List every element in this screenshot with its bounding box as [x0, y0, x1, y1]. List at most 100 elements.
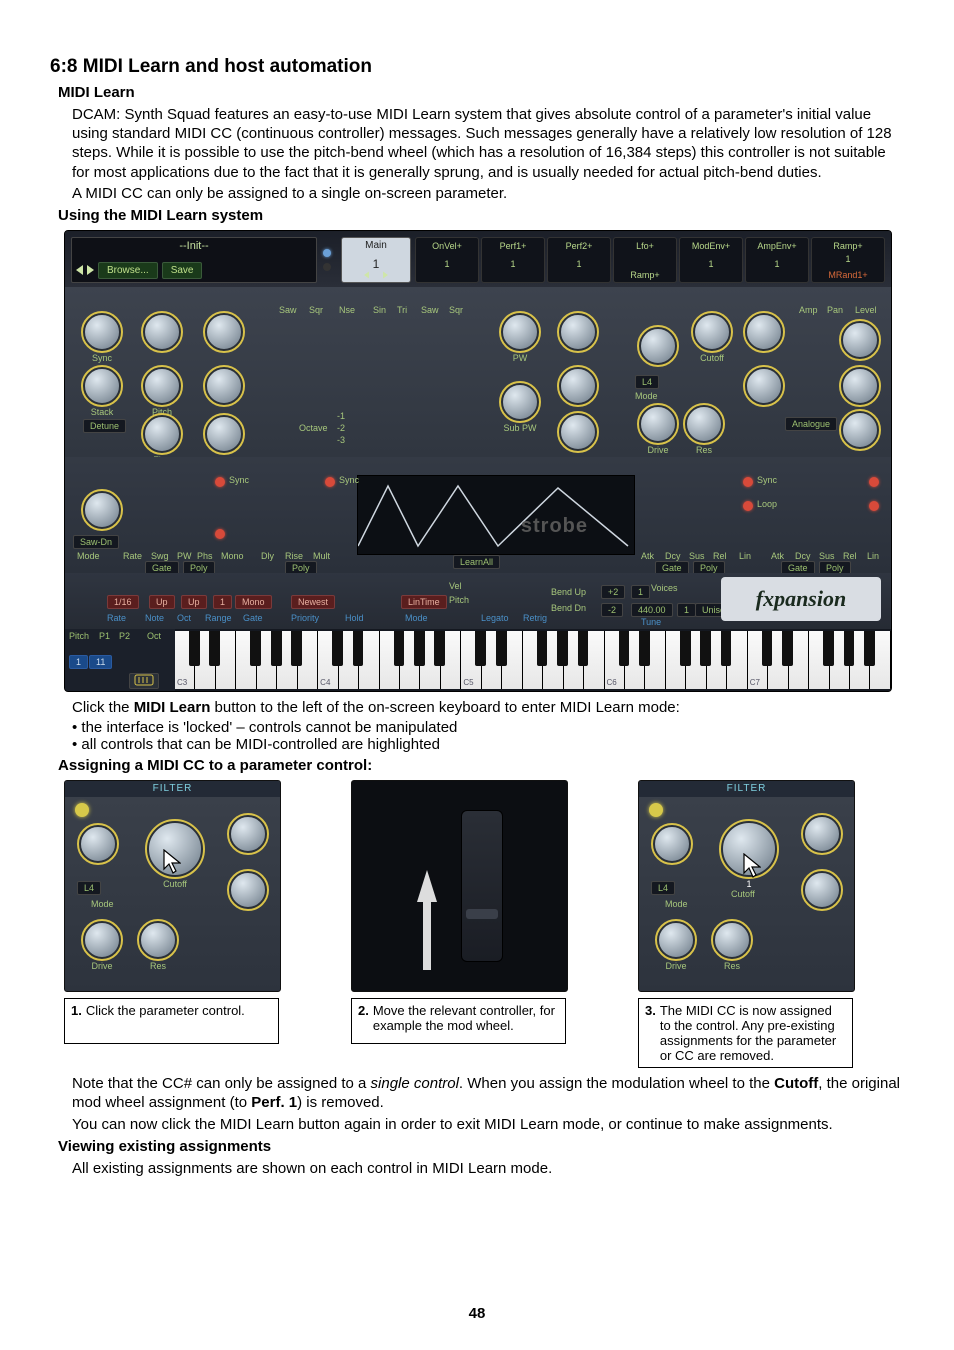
knob-amp3[interactable]: [841, 411, 879, 449]
caption-3: 3. The MIDI CC is now assigned to the co…: [638, 998, 853, 1068]
lfo-led2[interactable]: [215, 529, 225, 539]
knob-s3[interactable]: [653, 825, 691, 863]
keying-newest[interactable]: Newest: [291, 595, 335, 609]
knob-pw4[interactable]: [559, 413, 597, 451]
ampenv-loop[interactable]: [869, 501, 879, 511]
slot-modenv[interactable]: ModEnv+1: [679, 237, 743, 283]
knob-s1[interactable]: [79, 825, 117, 863]
slot-ampenv[interactable]: AmpEnv+1: [745, 237, 809, 283]
knob-osc4[interactable]: [205, 367, 243, 405]
preset-next-icon[interactable]: [87, 265, 94, 275]
power-led-icon[interactable]: [75, 803, 89, 817]
arp-up1[interactable]: Up: [149, 595, 175, 609]
knob-s1c[interactable]: [229, 871, 267, 909]
preset-box[interactable]: --Init-- Browse... Save: [71, 237, 317, 283]
knob-lfo[interactable]: [83, 491, 121, 529]
arp-one[interactable]: 1: [213, 595, 232, 609]
subheading-assigning: Assigning a MIDI CC to a parameter contr…: [58, 757, 904, 774]
midi-learn-button[interactable]: [129, 673, 159, 689]
subheading-viewing: Viewing existing assignments: [58, 1138, 904, 1155]
voices-1[interactable]: 1: [631, 585, 650, 599]
main-slot-val: 1: [342, 251, 410, 271]
slot-perf2[interactable]: Perf2+1: [547, 237, 611, 283]
save-button[interactable]: Save: [162, 262, 203, 279]
modenv-loop[interactable]: [743, 501, 753, 511]
knob-pw[interactable]: [501, 313, 539, 351]
benddn-val[interactable]: -2: [601, 603, 623, 617]
arp-116[interactable]: 1/16: [107, 595, 139, 609]
arp-up2[interactable]: Up: [181, 595, 207, 609]
knob-amp2[interactable]: [841, 367, 879, 405]
mod-wheel[interactable]: [461, 810, 503, 962]
slot-ramp-voice[interactable]: Ramp+1MRand1+: [811, 237, 885, 283]
learnall-button[interactable]: LearnAll: [453, 555, 500, 569]
knob-subpw[interactable]: [501, 383, 539, 421]
knob-fil2[interactable]: [745, 313, 783, 351]
osc-area: Sync Stack Detune Pitch Fine Saw Sqr Nse…: [65, 287, 891, 457]
l4-s1[interactable]: L4: [77, 881, 101, 895]
analogue-toggle[interactable]: Analogue: [785, 417, 837, 431]
knob-res-s3[interactable]: [713, 921, 751, 959]
knob-res-s1[interactable]: [139, 921, 177, 959]
detune-label[interactable]: Detune: [83, 419, 126, 433]
filter-power-led[interactable]: [641, 309, 651, 319]
section-heading: 6:8 MIDI Learn and host automation: [50, 56, 904, 78]
browse-button[interactable]: Browse...: [98, 262, 158, 279]
lfo-sync-led[interactable]: [215, 477, 225, 487]
arp-mono[interactable]: Mono: [235, 595, 272, 609]
triptych: FILTER L4 Mode Cutoff Drive Res 1. Click…: [64, 780, 904, 1068]
knob-s3b[interactable]: [803, 815, 841, 853]
ampenv-sync[interactable]: [869, 477, 879, 487]
slot-lfo[interactable]: Lfo+Ramp+: [613, 237, 677, 283]
knob-s3c[interactable]: [803, 871, 841, 909]
pitch-val11[interactable]: 11: [89, 655, 112, 669]
knob-drive-s3[interactable]: [657, 921, 695, 959]
knob-drive-s1[interactable]: [83, 921, 121, 959]
piano-keyboard[interactable]: C3 C4 C5 C6 C7: [175, 631, 891, 689]
knob-fil1[interactable]: [639, 327, 677, 365]
slot-perf1[interactable]: Perf1+1: [481, 237, 545, 283]
knob-pw3[interactable]: [559, 367, 597, 405]
page-number: 48: [0, 1305, 954, 1322]
knob-sync[interactable]: [83, 313, 121, 351]
ramp-sync-led[interactable]: [325, 477, 335, 487]
para-single: A MIDI CC can only be assigned to a sing…: [72, 184, 904, 203]
knob-amp[interactable]: [841, 321, 879, 359]
bendup-val[interactable]: +2: [601, 585, 625, 599]
knob-pitch[interactable]: [143, 367, 181, 405]
knob-fil3[interactable]: [745, 367, 783, 405]
knob-stack[interactable]: [83, 367, 121, 405]
knob-fine[interactable]: [143, 415, 181, 453]
knob-osc3[interactable]: [205, 313, 243, 351]
knob-top2[interactable]: [143, 313, 181, 351]
knob-res[interactable]: [685, 405, 723, 443]
glide-lintime[interactable]: LinTime: [401, 595, 447, 609]
filter-title-3: FILTER: [639, 781, 854, 797]
slot-onvel[interactable]: OnVel+1: [415, 237, 479, 283]
caption-2: 2. Move the relevant controller, for exa…: [351, 998, 566, 1044]
arp-power[interactable]: [77, 597, 87, 607]
header-bar: --Init-- Browse... Save Main 1 OnVel+1 P…: [65, 231, 891, 288]
knob-pw2[interactable]: [559, 313, 597, 351]
keyboard-area: Pitch P1 P2 Oct 1 11 C3 C4 C5 C6 C7: [65, 629, 891, 691]
l4-s3[interactable]: L4: [651, 881, 675, 895]
knob-s1b[interactable]: [229, 815, 267, 853]
pitch-val1[interactable]: 1: [69, 655, 88, 669]
main-slot[interactable]: Main 1: [341, 237, 411, 283]
power-led-icon-3[interactable]: [649, 803, 663, 817]
unison-one[interactable]: 1: [677, 603, 696, 617]
main-prev-icon[interactable]: [364, 271, 369, 278]
main-next-icon[interactable]: [383, 271, 388, 278]
cursor-icon: [163, 849, 181, 875]
modenv-sync[interactable]: [743, 477, 753, 487]
tune-val[interactable]: 440.00: [631, 603, 673, 617]
filter-l4[interactable]: L4: [635, 375, 659, 389]
sawdn-label[interactable]: Saw-Dn: [73, 535, 119, 549]
knob-cutoff[interactable]: [693, 313, 731, 351]
screenshot-step2: [351, 780, 568, 992]
knob-drive[interactable]: [639, 405, 677, 443]
preset-prev-icon[interactable]: [76, 265, 83, 275]
subheading-using: Using the MIDI Learn system: [58, 207, 904, 224]
knob-osc5[interactable]: [205, 415, 243, 453]
preset-name: --Init--: [72, 240, 316, 252]
